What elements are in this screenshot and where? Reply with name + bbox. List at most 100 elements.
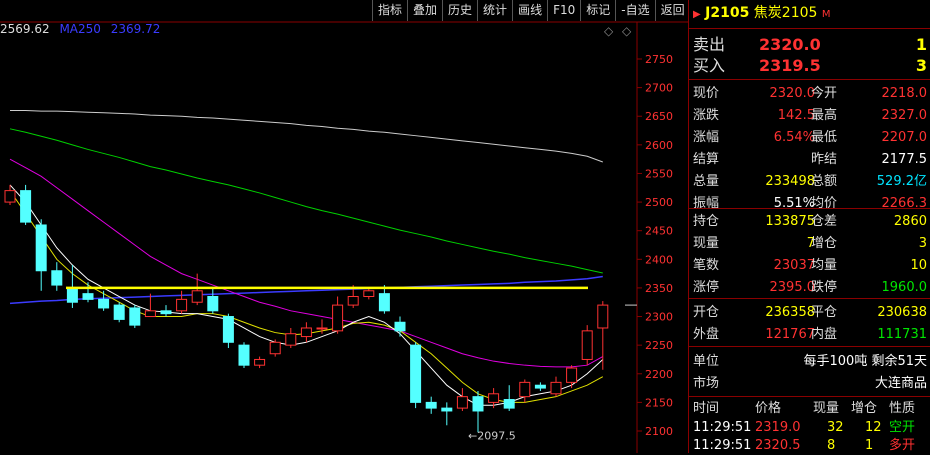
- stat-value: 2327.0: [881, 108, 928, 123]
- stat-value: 3: [918, 236, 927, 251]
- stat-row: 结算 昨结 2177.5: [693, 150, 927, 169]
- candle-body: [581, 330, 593, 360]
- stat-label: 涨幅: [693, 130, 720, 145]
- stat-label: 昨结: [811, 152, 838, 167]
- stat-value: 2860: [893, 214, 927, 229]
- candle-body: [20, 190, 32, 223]
- stat-label: 跌停: [811, 280, 838, 295]
- stat-label: 涨跌: [693, 108, 720, 123]
- stat-value: 2266.3: [881, 196, 928, 211]
- candle-body: [207, 296, 219, 312]
- stat-value: 5.51%: [773, 196, 815, 211]
- y-tick-label: 2600: [645, 139, 673, 152]
- candle-body: [316, 327, 328, 330]
- candle-body: [113, 304, 125, 320]
- stat-value: 2395.0: [769, 280, 816, 295]
- trade-cell-price: 2320.5: [755, 438, 801, 453]
- candlestick-svg: 2100 2150 2200 2250 2300 2350 2400 2450 2500 2550…: [0, 21, 688, 453]
- candle-body: [191, 290, 203, 303]
- sell-volume: 1: [915, 35, 927, 54]
- stat-row: 外盘 121767 内盘 111731: [693, 325, 927, 344]
- candle-body: [394, 321, 406, 332]
- y-tick-label: 2550: [645, 167, 673, 180]
- candle-body: [238, 344, 250, 366]
- stat-value: 529.2亿: [876, 174, 927, 189]
- stat-row: 总量 233498 总额 529.2亿: [693, 172, 927, 191]
- market-value: 大连商品: [874, 376, 927, 391]
- stat-label: 外盘: [693, 327, 720, 342]
- stat-value: 121767: [765, 327, 815, 342]
- stat-row: 涨停 2395.0 跌停 1960.0: [693, 278, 927, 297]
- trade-cell-time: 11:29:51: [693, 420, 752, 435]
- stat-label: 笔数: [693, 258, 720, 273]
- candle-body: [566, 367, 578, 383]
- contract-code: J2105: [705, 5, 750, 21]
- candle-body: [66, 287, 78, 303]
- candle-body: [160, 310, 172, 315]
- kline-chart[interactable]: 2569.62 MA250 2369.72 指标 叠加 历史 统计 画线 F10 标记 -自选…: [0, 0, 690, 453]
- quote-panel: ▶ J2105 焦炭2105 M 卖出 2320.0 1 买入 2319.5 3…: [688, 0, 930, 453]
- stat-label: 均量: [811, 258, 838, 273]
- y-tick-label: 2350: [645, 282, 673, 295]
- buy-volume: 3: [915, 56, 927, 75]
- candle-body: [144, 310, 156, 318]
- trade-cell-vol: 32: [827, 420, 844, 435]
- y-tick-label: 2300: [645, 311, 673, 324]
- y-tick-label: 2450: [645, 225, 673, 238]
- trade-header-cell: 增仓: [851, 401, 878, 416]
- ma-line-short: [9, 184, 604, 406]
- stat-value: 2177.5: [881, 152, 928, 167]
- candle-body: [51, 270, 63, 286]
- candle-body: [300, 327, 312, 338]
- candle-body: [347, 296, 359, 306]
- stat-label: 今开: [811, 86, 838, 101]
- buy-row: 买入 2319.5 3: [693, 56, 927, 75]
- candle-body: [363, 290, 375, 298]
- y-tick-label: 2400: [645, 253, 673, 266]
- ma-line-yellow: [9, 190, 604, 403]
- stat-row: 开仓 236358 平仓 230638: [693, 303, 927, 322]
- stat-row: 现价 2320.0 今开 2218.0: [693, 84, 927, 103]
- y-tick-label: 2500: [645, 196, 673, 209]
- candle-body: [332, 304, 344, 332]
- candle-body: [456, 396, 468, 409]
- stat-label: 均价: [811, 196, 838, 211]
- sell-row: 卖出 2320.0 1: [693, 35, 927, 54]
- buy-label: 买入: [693, 56, 726, 75]
- unit-value: 每手100吨 剩余51天: [803, 354, 928, 369]
- stat-label: 涨停: [693, 280, 720, 295]
- min-price-label: ←2097.5: [468, 429, 516, 442]
- stat-row: 涨跌 142.5 最高 2327.0: [693, 106, 927, 125]
- trade-header-cell: 价格: [755, 401, 782, 416]
- candle-body: [488, 393, 500, 403]
- stat-row: 持仓 133875 仓差 2860: [693, 212, 927, 231]
- candle-body: [441, 407, 453, 412]
- stat-label: 振幅: [693, 196, 720, 211]
- trade-cell-nature: 多开: [889, 438, 916, 453]
- candle-body: [35, 224, 47, 272]
- candle-body: [222, 316, 234, 343]
- stat-label: 总额: [811, 174, 838, 189]
- y-tick-label: 2700: [645, 82, 673, 95]
- stat-label: 平仓: [811, 305, 838, 320]
- market-label: 市场: [693, 376, 720, 391]
- candle-body: [378, 293, 390, 312]
- stat-label: 内盘: [811, 327, 838, 342]
- unit-row: 单位 每手100吨 剩余51天: [693, 352, 927, 371]
- stat-value: 2320.0: [769, 86, 816, 101]
- candle-body: [519, 381, 531, 398]
- stat-value: 236358: [765, 305, 815, 320]
- trade-cell-oi: 1: [865, 438, 874, 453]
- candle-body: [129, 307, 141, 326]
- stat-label: 持仓: [693, 214, 720, 229]
- ma-line-green: [9, 128, 603, 274]
- sell-label: 卖出: [693, 35, 726, 54]
- stat-value: 233498: [765, 174, 815, 189]
- candle-body: [4, 190, 16, 203]
- y-tick-label: 2250: [645, 339, 673, 352]
- stat-row: 振幅 5.51% 均价 2266.3: [693, 194, 927, 213]
- market-row: 市场 大连商品: [693, 374, 927, 393]
- candle-body: [472, 396, 484, 412]
- stat-row: 笔数 23037 均量 10: [693, 256, 927, 275]
- stat-value: 111731: [877, 327, 927, 342]
